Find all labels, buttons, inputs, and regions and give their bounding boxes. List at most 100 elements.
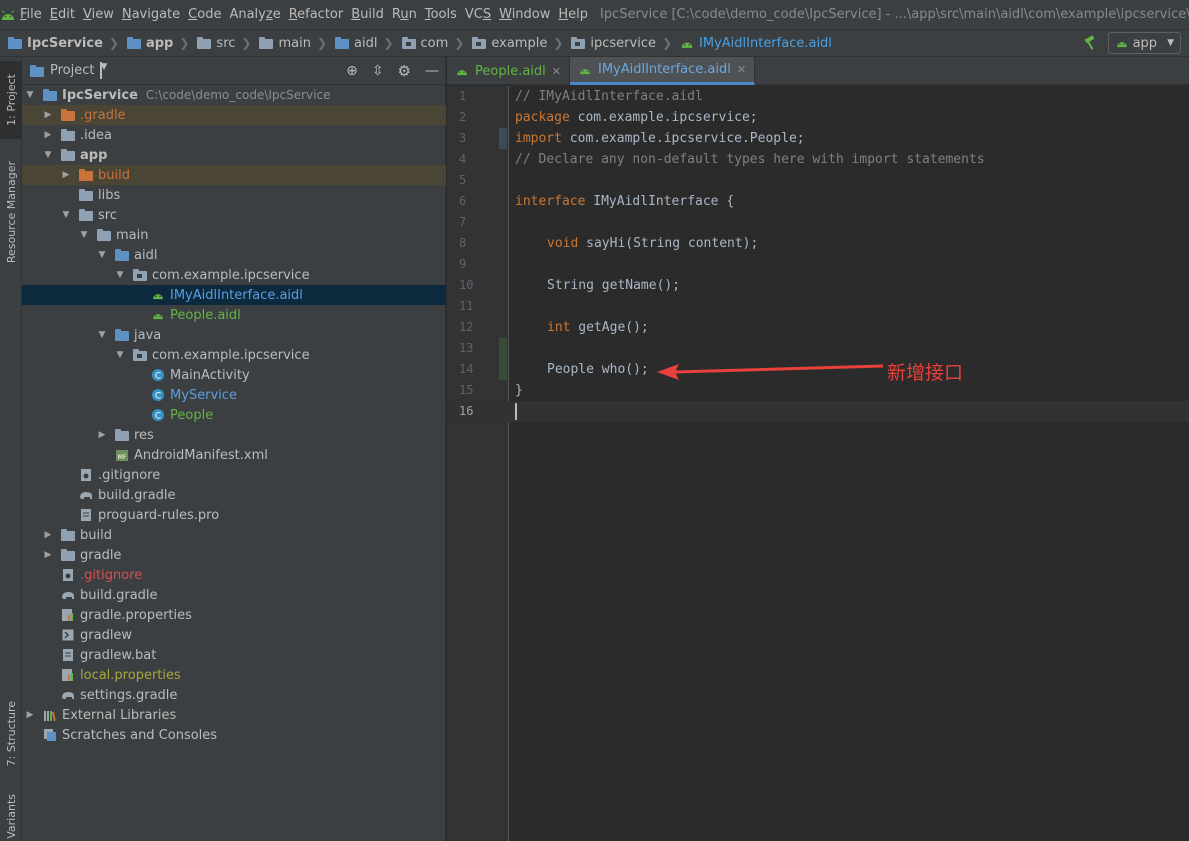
- menu-code[interactable]: Code: [184, 7, 225, 22]
- tab-variants-label: Variants: [4, 793, 18, 839]
- tree-node[interactable]: ▶ build.gradle: [22, 485, 446, 505]
- tree-node[interactable]: ▼ java: [22, 325, 446, 345]
- tree-node[interactable]: ▶ .gitignore: [22, 565, 446, 585]
- collapse-all-icon[interactable]: ⇳: [372, 63, 384, 79]
- tree-node[interactable]: ▶ build: [22, 525, 446, 545]
- tree-node[interactable]: ▶ gradlew.bat: [22, 645, 446, 665]
- tree-node-selected[interactable]: ▶ IMyAidlInterface.aidl: [22, 285, 446, 305]
- breadcrumb-app[interactable]: app ❯: [119, 36, 189, 51]
- collapsed-arrow-icon[interactable]: ▶: [24, 710, 36, 720]
- tree-node[interactable]: ▶ C MyService: [22, 385, 446, 405]
- menu-help[interactable]: Help: [554, 7, 592, 22]
- breadcrumb-aidl[interactable]: aidl ❯: [327, 36, 394, 51]
- tab-structure[interactable]: 7: Structure: [0, 693, 22, 775]
- gear-icon[interactable]: ⚙: [398, 62, 411, 80]
- menu-file[interactable]: File: [16, 7, 46, 22]
- tree-node[interactable]: ▶ gradlew: [22, 625, 446, 645]
- menu-vcs[interactable]: VCS: [461, 7, 495, 22]
- run-configuration-dropdown[interactable]: app ▼: [1107, 32, 1181, 54]
- menu-build[interactable]: Build: [347, 7, 388, 22]
- build-hammer-icon[interactable]: [1080, 33, 1100, 53]
- collapsed-arrow-icon[interactable]: ▶: [42, 550, 54, 560]
- menu-navigate[interactable]: Navigate: [118, 7, 184, 22]
- line-number: 4: [459, 152, 467, 166]
- collapsed-arrow-icon[interactable]: ▶: [42, 130, 54, 140]
- dropdown-caret-icon[interactable]: ▼: [100, 62, 107, 79]
- tree-node[interactable]: ▶ Scratches and Consoles: [22, 725, 446, 745]
- tree-node[interactable]: ▶ MF AndroidManifest.xml: [22, 445, 446, 465]
- tree-node[interactable]: ▶ local.properties: [22, 665, 446, 685]
- tree-node[interactable]: ▶ proguard-rules.pro: [22, 505, 446, 525]
- breadcrumb-com[interactable]: com ❯: [394, 36, 464, 51]
- tree-node[interactable]: ▶ People.aidl: [22, 305, 446, 325]
- menu-run[interactable]: Run: [388, 7, 421, 22]
- tree-node[interactable]: ▶ External Libraries: [22, 705, 446, 725]
- tree-node-label: build.gradle: [80, 587, 158, 603]
- close-icon[interactable]: ✕: [737, 63, 746, 76]
- collapsed-arrow-icon[interactable]: ▶: [42, 530, 54, 540]
- line-number-gutter[interactable]: 1 2 3 4 5 6 7 8 9 10 11 12 13 14 15 16: [447, 86, 509, 841]
- expanded-arrow-icon[interactable]: ▼: [78, 230, 90, 240]
- line-number: 2: [459, 110, 467, 124]
- minimize-icon[interactable]: —: [425, 63, 439, 79]
- tree-node[interactable]: ▶ res: [22, 425, 446, 445]
- breadcrumb-example[interactable]: example ❯: [464, 36, 563, 51]
- breadcrumb-main[interactable]: main ❯: [251, 36, 327, 51]
- line-number: 14: [459, 362, 474, 376]
- tree-node[interactable]: ▶ .idea: [22, 125, 446, 145]
- tree-node[interactable]: ▶ .gitignore: [22, 465, 446, 485]
- tree-node[interactable]: ▶ build.gradle: [22, 585, 446, 605]
- expanded-arrow-icon[interactable]: ▼: [60, 210, 72, 220]
- editor-tab-active[interactable]: IMyAidlInterface.aidl ✕: [569, 57, 756, 85]
- tree-node[interactable]: ▼ com.example.ipcservice: [22, 265, 446, 285]
- dropdown-caret-icon: ▼: [1167, 38, 1174, 48]
- tree-node-label: src: [98, 207, 117, 223]
- close-icon[interactable]: ✕: [552, 65, 561, 78]
- editor-tab[interactable]: People.aidl ✕: [447, 57, 570, 85]
- gradle-elephant-icon: [60, 589, 76, 601]
- project-view-selector[interactable]: Project: [50, 63, 94, 78]
- tree-node[interactable]: ▶ build: [22, 165, 446, 185]
- tab-resource-manager[interactable]: Resource Manager: [0, 149, 22, 275]
- expanded-arrow-icon[interactable]: ▼: [96, 250, 108, 260]
- tree-node[interactable]: ▶ libs: [22, 185, 446, 205]
- tab-build-variants[interactable]: Variants: [0, 791, 22, 841]
- menu-analyze[interactable]: Analyze: [225, 7, 284, 22]
- tree-node[interactable]: ▶ C MainActivity: [22, 365, 446, 385]
- menu-edit[interactable]: Edit: [46, 7, 79, 22]
- collapsed-arrow-icon[interactable]: ▶: [96, 430, 108, 440]
- tree-node[interactable]: ▼ com.example.ipcservice: [22, 345, 446, 365]
- expanded-arrow-icon[interactable]: ▼: [114, 270, 126, 280]
- tree-node[interactable]: ▶ settings.gradle: [22, 685, 446, 705]
- code-line: // IMyAidlInterface.aidl: [509, 86, 1189, 107]
- code-editor[interactable]: // IMyAidlInterface.aidl package com.exa…: [509, 86, 1189, 841]
- tree-node[interactable]: ▶ C People: [22, 405, 446, 425]
- breadcrumb-src[interactable]: src ❯: [189, 36, 251, 51]
- tree-node-label: res: [134, 427, 154, 443]
- breadcrumb-ipcservice-pkg[interactable]: ipcservice ❯: [563, 36, 672, 51]
- tree-node[interactable]: ▶ gradle.properties: [22, 605, 446, 625]
- project-tool-window: Project ▼ ⊕ ⇳ ⚙ — ▼ IpcService C:\code\d…: [22, 57, 446, 841]
- menu-view[interactable]: View: [79, 7, 118, 22]
- tree-node[interactable]: ▼ aidl: [22, 245, 446, 265]
- tree-node[interactable]: ▼ IpcService C:\code\demo_code\IpcServic…: [22, 85, 446, 105]
- tree-node[interactable]: ▼ main: [22, 225, 446, 245]
- breadcrumb-ipcservice[interactable]: IpcService ❯: [0, 36, 119, 51]
- tree-node-label: External Libraries: [62, 707, 177, 723]
- tree-node[interactable]: ▼ src: [22, 205, 446, 225]
- menu-tools[interactable]: Tools: [421, 7, 461, 22]
- tree-node[interactable]: ▼ app: [22, 145, 446, 165]
- menu-refactor[interactable]: Refactor: [285, 7, 348, 22]
- expanded-arrow-icon[interactable]: ▼: [42, 150, 54, 160]
- breadcrumb-current-file[interactable]: IMyAidlInterface.aidl: [672, 36, 832, 51]
- locate-target-icon[interactable]: ⊕: [346, 63, 358, 79]
- tab-project[interactable]: 1: Project: [0, 61, 22, 139]
- collapsed-arrow-icon[interactable]: ▶: [60, 170, 72, 180]
- tree-node[interactable]: ▶ .gradle: [22, 105, 446, 125]
- collapsed-arrow-icon[interactable]: ▶: [42, 110, 54, 120]
- expanded-arrow-icon[interactable]: ▼: [24, 90, 36, 100]
- tree-node[interactable]: ▶ gradle: [22, 545, 446, 565]
- menu-window[interactable]: Window: [495, 7, 554, 22]
- expanded-arrow-icon[interactable]: ▼: [96, 330, 108, 340]
- expanded-arrow-icon[interactable]: ▼: [114, 350, 126, 360]
